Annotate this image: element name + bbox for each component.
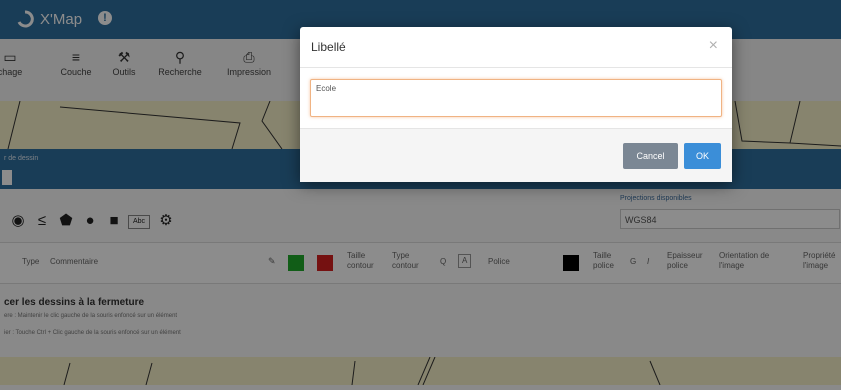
label-dialog: Libellé × Ecole Cancel OK (300, 27, 732, 182)
dialog-footer: Cancel OK (300, 128, 732, 182)
close-icon[interactable]: × (709, 37, 718, 55)
label-input[interactable]: Ecole (310, 79, 722, 117)
ok-button[interactable]: OK (684, 143, 721, 169)
cancel-button[interactable]: Cancel (623, 143, 678, 169)
dialog-title: Libellé (311, 40, 346, 54)
dialog-header: Libellé × (300, 27, 732, 68)
